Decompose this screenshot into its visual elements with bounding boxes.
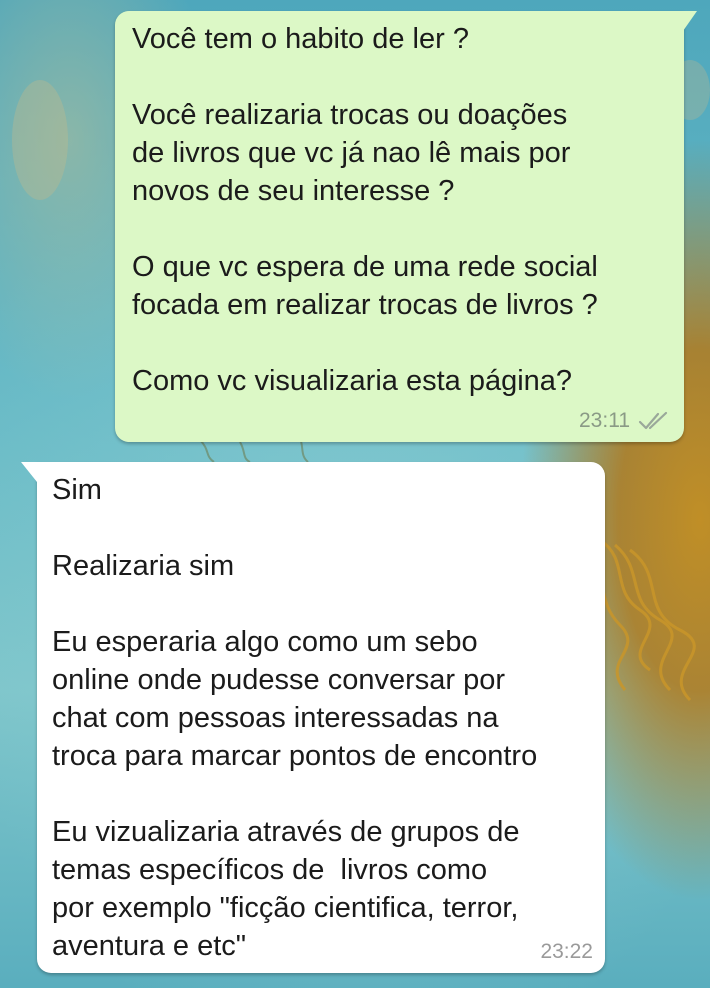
message-text: Sim Realizaria sim Eu esperaria algo com… [52,471,597,965]
message-line: Você tem o habito de ler ? [132,23,469,55]
message-line: Você realizaria trocas ou doações [132,99,568,131]
bubble-tail [21,462,37,482]
double-check-read-icon [638,411,668,430]
message-line: Eu esperaria algo como um sebo [52,626,478,658]
message-text: Você tem o habito de ler ? Você realizar… [132,20,672,400]
message-line: troca para marcar pontos de encontro [52,740,538,772]
message-line: Sim [52,474,102,506]
message-line: Como vc visualizaria esta página? [132,365,573,397]
message-line: de livros que vc já nao lê mais por [132,137,571,169]
bubble-tail [683,11,697,31]
incoming-message-bubble[interactable]: Sim Realizaria sim Eu esperaria algo com… [21,462,605,973]
message-timestamp: 23:22 [540,940,593,963]
outgoing-message-bubble[interactable]: Você tem o habito de ler ? Você realizar… [115,11,697,442]
message-line: aventura e etc" [52,930,247,962]
message-line: online onde pudesse conversar por [52,664,506,696]
message-line: chat com pessoas interessadas na [52,702,499,734]
message-line: Realizaria sim [52,550,235,582]
message-line: focada em realizar trocas de livros ? [132,289,598,321]
message-line: temas específicos de livros como [52,854,488,886]
message-line: O que vc espera de uma rede social [132,251,598,283]
message-line: por exemplo "ficção cientifica, terror, [52,892,519,924]
message-line: Eu vizualizaria através de grupos de [52,816,520,848]
message-timestamp: 23:11 [579,409,630,432]
message-meta: 23:11 [579,409,670,433]
message-line: novos de seu interesse ? [132,175,455,207]
